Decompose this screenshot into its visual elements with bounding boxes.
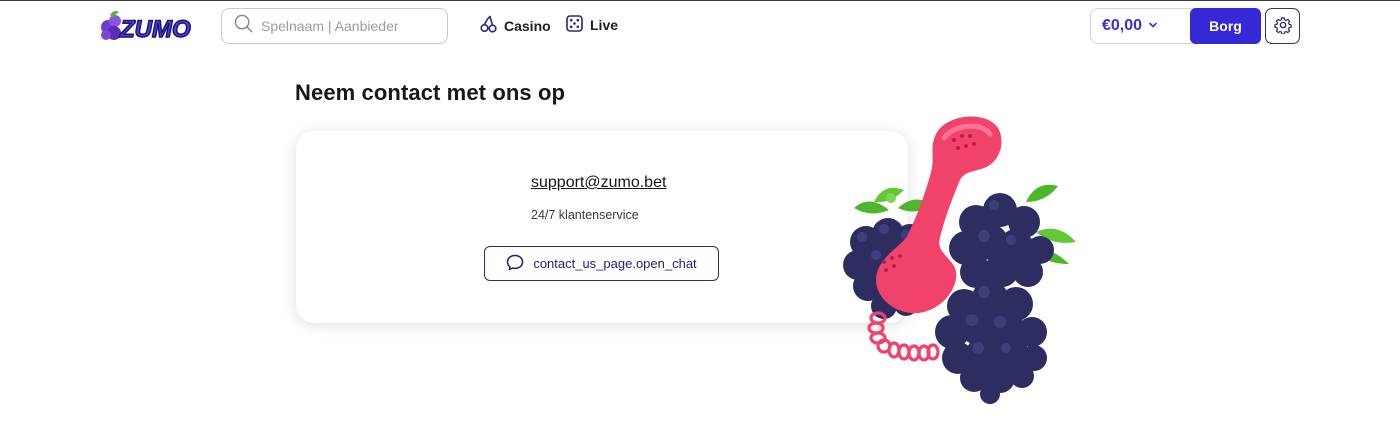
search-input[interactable] — [261, 18, 441, 34]
nav-live-label: Live — [590, 17, 619, 33]
search-icon — [234, 14, 253, 38]
contact-card — [296, 131, 908, 323]
chevron-down-icon — [1148, 17, 1158, 35]
chat-bubble-icon — [506, 254, 524, 274]
blackberries-telephone-illustration — [836, 110, 1081, 405]
nav-casino-label: Casino — [504, 17, 551, 34]
gear-icon — [1273, 16, 1292, 37]
svg-text:ZUMO: ZUMO — [119, 16, 191, 43]
settings-button[interactable] — [1265, 8, 1300, 44]
nav-live[interactable]: Live — [566, 15, 618, 35]
cherries-icon — [480, 15, 497, 36]
service-hours-text: 24/7 klantenservice — [531, 208, 639, 222]
dice-icon — [566, 15, 583, 35]
search-box[interactable] — [221, 8, 448, 44]
deposit-button[interactable]: Borg — [1190, 8, 1261, 44]
nav-casino[interactable]: Casino — [480, 15, 551, 36]
open-chat-label: contact_us_page.open_chat — [533, 256, 697, 271]
zumo-logo[interactable]: ZUMO — [98, 7, 194, 45]
top-header: ZUMO Casino — [0, 1, 1400, 51]
support-email-link[interactable]: support@zumo.bet — [531, 174, 666, 192]
open-chat-button[interactable]: contact_us_page.open_chat — [484, 246, 719, 281]
balance-amount: €0,00 — [1102, 17, 1143, 34]
balance-dropdown[interactable]: €0,00 — [1090, 8, 1200, 44]
page-title: Neem contact met ons op — [295, 80, 566, 105]
